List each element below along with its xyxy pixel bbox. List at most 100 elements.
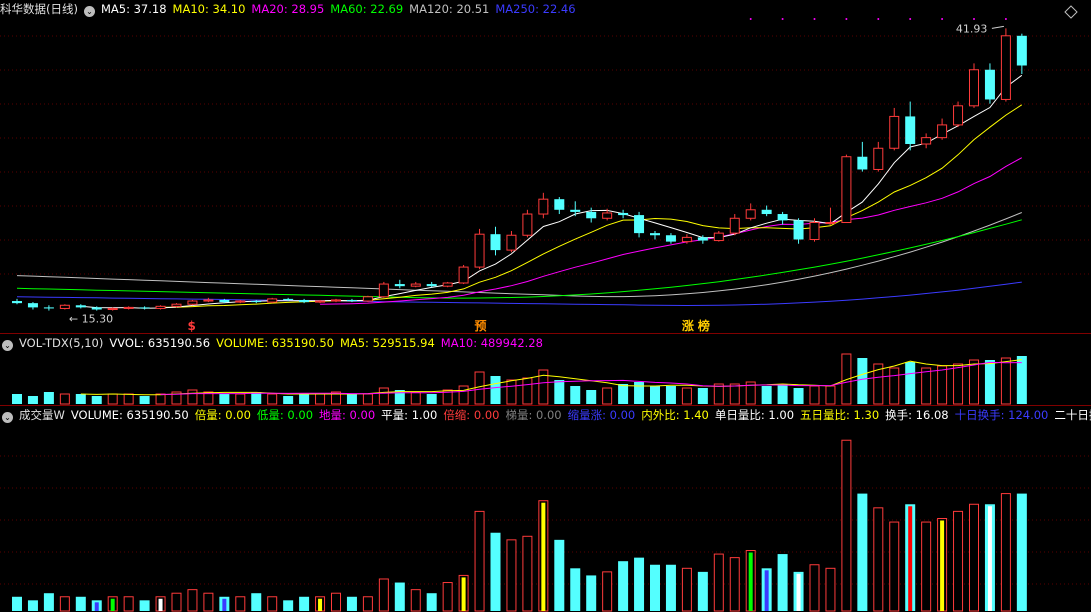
price-header: 科华数据(日线) ⌄ MA5: 37.18 MA10: 34.10 MA20: 28.9… xyxy=(0,0,1091,18)
vol-bar xyxy=(299,394,310,404)
vol-value-0: VVOL: 635190.56 xyxy=(109,336,211,350)
vol-bar xyxy=(953,363,964,405)
candle-body xyxy=(665,235,676,242)
candle-body xyxy=(586,211,597,219)
w-toggle-icon[interactable]: ⌄ xyxy=(2,412,13,423)
vol-bar xyxy=(235,393,246,405)
candle-body xyxy=(602,212,613,219)
vol-bar xyxy=(346,394,357,404)
w-vol-bar xyxy=(729,557,740,612)
w-vol-bar xyxy=(889,521,900,612)
vol-bar xyxy=(697,388,708,404)
candle-body xyxy=(187,300,198,305)
vol-bar xyxy=(139,396,150,404)
vol-toggle-icon[interactable]: ⌄ xyxy=(2,340,13,351)
w-vol-bar xyxy=(171,592,182,612)
signal-dot xyxy=(781,18,784,20)
vol-bar xyxy=(761,386,772,404)
vol-bar xyxy=(554,380,565,404)
indicator-toggle-icon[interactable]: ⌄ xyxy=(83,6,95,17)
vol-bar xyxy=(43,392,54,404)
w-vol-bar xyxy=(235,596,246,612)
w-vol-bar xyxy=(43,593,54,611)
vol-bar xyxy=(729,383,740,405)
ma-value-3: MA60: 22.69 xyxy=(330,2,404,16)
candle-body xyxy=(809,222,820,240)
candle-body xyxy=(857,156,868,170)
w-vol-bar xyxy=(27,600,38,611)
vol-bar xyxy=(809,385,820,405)
w-vol-bar xyxy=(857,493,868,611)
event-marker: 预 xyxy=(475,319,487,333)
w-vol-bar xyxy=(586,575,597,611)
candle-body xyxy=(346,299,357,302)
vol-bar xyxy=(315,393,326,405)
vol-value-1: VOLUME: 635190.50 xyxy=(216,336,334,350)
vol-bar xyxy=(155,393,166,405)
vol-bar xyxy=(123,393,134,405)
candle-body xyxy=(729,217,740,234)
candle-body xyxy=(618,212,629,216)
candle-body xyxy=(203,299,214,302)
vol-indicators: VVOL: 635190.56 VOLUME: 635190.50 MA5: 529… xyxy=(109,336,549,350)
w-vol-bar xyxy=(59,596,70,612)
ma60-line xyxy=(16,219,1022,299)
candle-body xyxy=(554,199,565,210)
candle-body xyxy=(634,215,645,234)
w-signal-stripe xyxy=(110,598,115,611)
vol-value-2: MA5: 529515.94 xyxy=(339,336,435,350)
w-vol-bar xyxy=(251,593,262,611)
w-vol-bar xyxy=(969,503,979,612)
signal-dot xyxy=(749,18,752,20)
vol-bar xyxy=(681,387,692,405)
w-vol-bar xyxy=(825,567,836,612)
w-vol-bar xyxy=(187,589,198,612)
ma-value-4: MA120: 20.51 xyxy=(409,2,490,16)
w-vol-bar xyxy=(506,539,517,612)
candle-body xyxy=(75,305,86,308)
high-price-label: 41.93 xyxy=(956,22,988,35)
vol-bar xyxy=(522,377,533,405)
w-value-4: 平量: 1.00 xyxy=(381,408,438,422)
w-vol-bar xyxy=(394,582,405,611)
candle-body xyxy=(889,115,900,149)
candle-body xyxy=(713,232,724,242)
candlestick-chart[interactable]: 41.93 ← 15.30 $ 预 涨榜 xyxy=(0,0,1091,333)
w-signal-stripe xyxy=(987,506,992,611)
low-price-label: ← 15.30 xyxy=(69,313,113,326)
candle-body xyxy=(681,236,692,243)
ma-value-1: MA10: 34.10 xyxy=(172,2,246,16)
candle-body xyxy=(315,300,326,303)
vol-bar xyxy=(634,382,645,404)
candle-body xyxy=(43,307,54,309)
w-vol-bar xyxy=(665,564,676,611)
vol-bar xyxy=(91,396,102,404)
signal-dot xyxy=(813,18,816,20)
w-vol-bar xyxy=(346,596,357,611)
w-vol-bar xyxy=(634,557,645,611)
w-value-0: VOLUME: 635190.50 xyxy=(70,408,189,422)
w-value-12: 十日换手: 124.00 xyxy=(954,408,1049,422)
volume-w-chart[interactable] xyxy=(0,406,1091,612)
volume-pane[interactable]: ⌄ VOL-TDX(5,10) VVOL: 635190.56 VOLUME: 635… xyxy=(0,333,1091,406)
vol-bar xyxy=(490,376,501,404)
volume-w-pane[interactable]: ⌄ 成交量W VOLUME: 635190.50 倍量: 0.00 低量: 0.00 地量… xyxy=(0,405,1091,612)
w-vol-bar xyxy=(490,532,501,611)
price-chart-pane[interactable]: 科华数据(日线) ⌄ MA5: 37.18 MA10: 34.10 MA20: 28.9… xyxy=(0,0,1091,333)
w-signal-stripe xyxy=(158,598,163,611)
w-value-6: 梯量: 0.00 xyxy=(505,408,562,422)
candle-body xyxy=(522,213,533,236)
vol-bar xyxy=(937,365,948,405)
w-vol-bar xyxy=(299,596,310,611)
w-vol-bar xyxy=(953,510,964,612)
vol-bar xyxy=(426,394,437,404)
vol-bar xyxy=(187,389,198,405)
candle-body xyxy=(905,116,916,145)
w-value-3: 地量: 0.00 xyxy=(319,408,376,422)
candle-body xyxy=(331,299,341,302)
candle-body xyxy=(410,283,421,287)
w-title: 成交量W xyxy=(19,408,65,422)
candle-body xyxy=(394,284,405,287)
candle-body xyxy=(825,222,836,225)
high-arrow xyxy=(991,25,1004,29)
